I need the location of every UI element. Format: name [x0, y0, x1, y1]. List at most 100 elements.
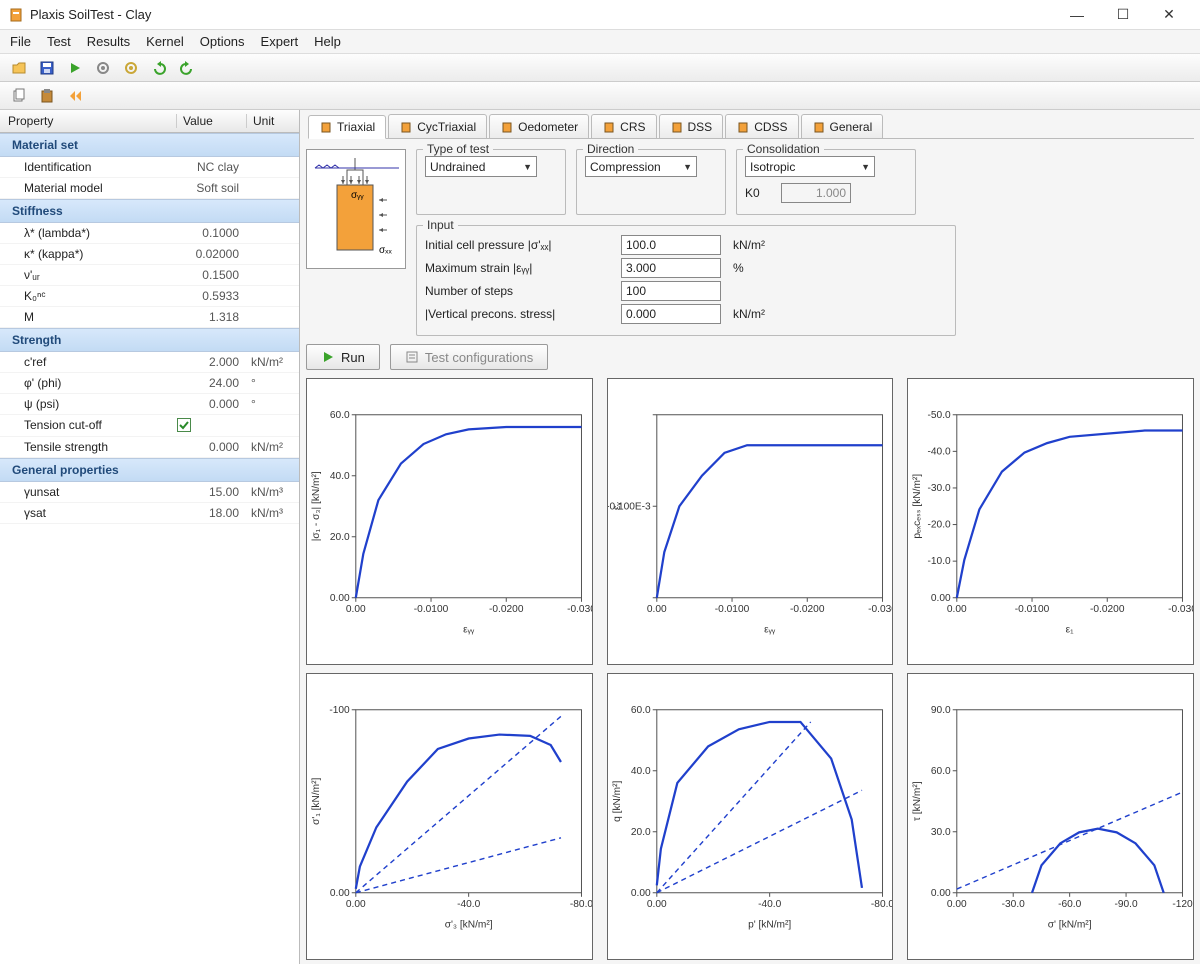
property-group[interactable]: Material set — [0, 133, 299, 157]
property-group[interactable]: Strength — [0, 328, 299, 352]
paste-icon[interactable] — [36, 85, 58, 107]
svg-text:σ'₁ [kN/m²]: σ'₁ [kN/m²] — [311, 777, 322, 824]
col-property[interactable]: Property — [0, 114, 177, 128]
svg-text:-30.0: -30.0 — [928, 483, 952, 494]
svg-text:0.00: 0.00 — [931, 593, 951, 604]
property-row[interactable]: ν'ᵤᵣ0.1500 — [0, 265, 299, 286]
plot3[interactable]: 0.00-0.0100-0.0200-0.0300.00-10.0-20.0-3… — [907, 378, 1194, 665]
tab-icon — [319, 120, 333, 134]
property-row[interactable]: κ* (kappa*)0.02000 — [0, 244, 299, 265]
property-unit — [247, 247, 299, 261]
plot1[interactable]: 0.00-0.0100-0.0200-0.0300.0020.040.060.0… — [306, 378, 593, 665]
property-row[interactable]: Material modelSoft soil — [0, 178, 299, 199]
undo-icon[interactable] — [148, 57, 170, 79]
property-value: 0.1000 — [177, 226, 247, 240]
property-row[interactable]: γsat18.00kN/m³ — [0, 503, 299, 524]
property-group[interactable]: General properties — [0, 458, 299, 482]
svg-text:90.0: 90.0 — [931, 705, 951, 716]
property-name: K₀ⁿᶜ — [24, 289, 177, 303]
menu-options[interactable]: Options — [200, 34, 245, 49]
property-row[interactable]: Tension cut-off — [0, 415, 299, 437]
plot5[interactable]: 0.00-40.0-80.00.0020.040.060.0p' [kN/m²]… — [607, 673, 894, 960]
open-icon[interactable] — [8, 57, 30, 79]
property-unit — [247, 289, 299, 303]
save-icon[interactable] — [36, 57, 58, 79]
col-value[interactable]: Value — [177, 114, 247, 128]
svg-text:-0.030: -0.030 — [868, 604, 893, 615]
svg-text:-40.0: -40.0 — [457, 899, 481, 910]
checkbox-icon[interactable] — [177, 418, 191, 432]
property-row[interactable]: Tensile strength0.000kN/m² — [0, 437, 299, 458]
rewind-icon[interactable] — [64, 85, 86, 107]
property-row[interactable]: ψ (psi)0.000° — [0, 394, 299, 415]
property-value: 15.00 — [177, 485, 247, 499]
tab-icon — [670, 120, 684, 134]
test-diagram: σᵧᵧ σₓₓ — [306, 149, 406, 269]
input-field[interactable]: 0.000 — [621, 304, 721, 324]
property-row[interactable]: c'ref2.000kN/m² — [0, 352, 299, 373]
property-unit: kN/m² — [247, 440, 299, 454]
tab-crs[interactable]: CRS — [591, 114, 656, 138]
tab-dss[interactable]: DSS — [659, 114, 724, 138]
input-field[interactable]: 3.000 — [621, 258, 721, 278]
property-row[interactable]: M1.318 — [0, 307, 299, 328]
svg-text:0.00: 0.00 — [947, 899, 967, 910]
consolidation-select[interactable]: Isotropic▼ — [745, 156, 875, 177]
plot4[interactable]: 0.00-40.0-80.00.00-100σ'₃ [kN/m²]σ'₁ [kN… — [306, 673, 593, 960]
property-name: ν'ᵤᵣ — [24, 268, 177, 282]
property-value: 0.5933 — [177, 289, 247, 303]
tab-cdss[interactable]: CDSS — [725, 114, 798, 138]
tab-cyctriaxial[interactable]: CycTriaxial — [388, 114, 487, 138]
copy-icon[interactable] — [8, 85, 30, 107]
menu-kernel[interactable]: Kernel — [146, 34, 184, 49]
svg-text:0.00: 0.00 — [346, 899, 366, 910]
property-row[interactable]: λ* (lambda*)0.1000 — [0, 223, 299, 244]
play-icon[interactable] — [64, 57, 86, 79]
gear-icon[interactable] — [92, 57, 114, 79]
property-name: Tension cut-off — [24, 418, 177, 433]
property-group[interactable]: Stiffness — [0, 199, 299, 223]
menu-expert[interactable]: Expert — [261, 34, 299, 49]
input-label: Number of steps — [425, 284, 615, 298]
property-name: Tensile strength — [24, 440, 177, 454]
plot6[interactable]: 0.00-30.0-60.0-90.0-1200.0030.060.090.0σ… — [907, 673, 1194, 960]
k0-input[interactable]: 1.000 — [781, 183, 851, 203]
tab-general[interactable]: General — [801, 114, 884, 138]
minimize-button[interactable]: — — [1054, 0, 1100, 30]
property-row[interactable]: γunsat15.00kN/m³ — [0, 482, 299, 503]
tab-triaxial[interactable]: Triaxial — [308, 115, 386, 139]
property-unit — [247, 310, 299, 324]
redo-icon[interactable] — [176, 57, 198, 79]
menu-bar: File Test Results Kernel Options Expert … — [0, 30, 1200, 54]
property-row[interactable]: φ' (phi)24.00° — [0, 373, 299, 394]
property-unit — [247, 418, 299, 433]
input-label: |Vertical precons. stress| — [425, 307, 615, 321]
property-row[interactable]: K₀ⁿᶜ0.5933 — [0, 286, 299, 307]
tab-icon — [736, 120, 750, 134]
property-name: c'ref — [24, 355, 177, 369]
menu-help[interactable]: Help — [314, 34, 341, 49]
menu-results[interactable]: Results — [87, 34, 130, 49]
maximize-button[interactable]: ☐ — [1100, 0, 1146, 30]
col-unit[interactable]: Unit — [247, 114, 299, 128]
direction-select[interactable]: Compression▼ — [585, 156, 697, 177]
property-unit: kN/m² — [247, 355, 299, 369]
menu-file[interactable]: File — [10, 34, 31, 49]
property-value: 0.000 — [177, 397, 247, 411]
property-row[interactable]: IdentificationNC clay — [0, 157, 299, 178]
menu-test[interactable]: Test — [47, 34, 71, 49]
tab-oedometer[interactable]: Oedometer — [489, 114, 589, 138]
run-button[interactable]: Run — [306, 344, 380, 370]
test-config-button[interactable]: Test configurations — [390, 344, 548, 370]
svg-text:-80.0: -80.0 — [570, 899, 592, 910]
property-header: Property Value Unit — [0, 110, 299, 133]
svg-text:εᵧᵧ: εᵧᵧ — [764, 624, 776, 635]
plot2[interactable]: 0.00-0.0100-0.0200-0.030-0.100E-3εᵧᵧεᵥ — [607, 378, 894, 665]
property-value: Soft soil — [177, 181, 247, 195]
test-tabs: TriaxialCycTriaxialOedometerCRSDSSCDSSGe… — [308, 114, 1194, 139]
input-field[interactable]: 100.0 — [621, 235, 721, 255]
close-button[interactable]: ✕ — [1146, 0, 1192, 30]
type-of-test-select[interactable]: Undrained▼ — [425, 156, 537, 177]
gear-star-icon[interactable] — [120, 57, 142, 79]
input-field[interactable]: 100 — [621, 281, 721, 301]
